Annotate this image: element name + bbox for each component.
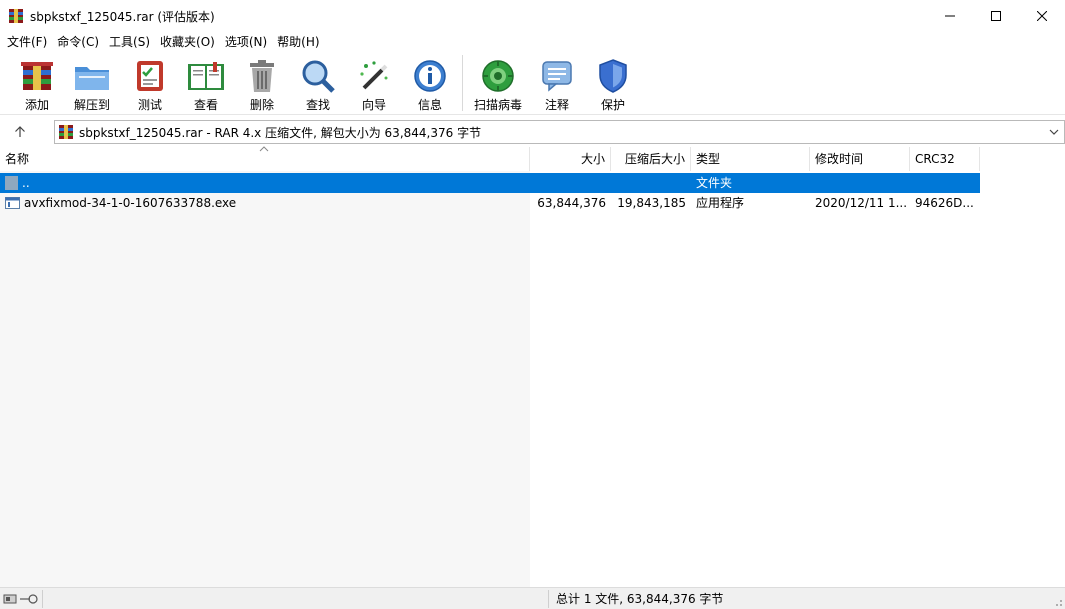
view-book-icon	[188, 61, 224, 90]
parent-folder-icon	[5, 176, 18, 190]
find-label: 查找	[305, 98, 330, 112]
close-icon	[1037, 11, 1047, 21]
address-bar[interactable]: sbpkstxf_125045.rar - RAR 4.x 压缩文件, 解包大小…	[54, 120, 1065, 144]
status-separator	[548, 590, 549, 608]
extract-to-label: 解压到	[73, 98, 110, 112]
close-button[interactable]	[1019, 0, 1065, 32]
drive-status-icon[interactable]	[2, 591, 40, 607]
wizard-label: 向导	[361, 98, 386, 112]
menu-file[interactable]: 文件(F)	[2, 32, 52, 52]
arrow-up-icon	[15, 126, 25, 137]
exe-file-icon	[5, 197, 20, 209]
row-type: 应用程序	[696, 196, 745, 210]
winrar-app-icon[interactable]	[8, 8, 24, 24]
test-button[interactable]: 测试	[122, 53, 178, 113]
magnifier-icon	[302, 60, 335, 93]
protect-label: 保护	[600, 98, 625, 112]
protect-button[interactable]: 保护	[585, 53, 641, 113]
column-crc32[interactable]: CRC32	[910, 147, 980, 171]
row-type: 文件夹	[696, 176, 733, 190]
view-button[interactable]: 查看	[178, 53, 234, 113]
test-checklist-icon	[137, 60, 163, 91]
extract-folder-icon	[75, 66, 109, 90]
address-row: sbpkstxf_125045.rar - RAR 4.x 压缩文件, 解包大小…	[0, 119, 1065, 145]
view-label: 查看	[193, 98, 218, 112]
row-modified: 2020/12/11 1...	[815, 196, 908, 210]
chevron-down-icon[interactable]	[1048, 125, 1060, 139]
menu-help[interactable]: 帮助(H)	[272, 32, 324, 52]
sort-ascending-icon	[259, 146, 269, 152]
add-button[interactable]: 添加	[12, 53, 62, 113]
row-name: avxfixmod-34-1-0-1607633788.exe	[24, 196, 237, 210]
row-size: 63,844,376	[537, 196, 606, 210]
column-modified[interactable]: 修改时间	[810, 147, 910, 171]
row-crc32	[910, 173, 980, 193]
window-controls	[927, 0, 1065, 32]
minimize-button[interactable]	[927, 0, 973, 32]
maximize-icon	[991, 11, 1001, 21]
find-button[interactable]: 查找	[290, 53, 346, 113]
row-crc32: 94626D...	[915, 196, 974, 210]
file-list[interactable]: 名称 大小 压缩后大小 类型 修改时间 CRC32 .. 文件夹 avxfixm…	[0, 146, 1065, 587]
status-separator	[42, 590, 43, 608]
add-label: 添加	[24, 98, 49, 112]
menu-bar: 文件(F) 命令(C) 工具(S) 收藏夹(O) 选项(N) 帮助(H)	[0, 32, 1065, 52]
info-label: 信息	[417, 98, 442, 112]
row-name: ..	[22, 176, 30, 190]
trash-icon	[250, 59, 274, 92]
maximize-button[interactable]	[973, 0, 1019, 32]
menu-favorites[interactable]: 收藏夹(O)	[155, 32, 220, 52]
table-row-parent-folder[interactable]: .. 文件夹	[0, 173, 980, 193]
rar-archive-icon	[59, 125, 73, 139]
comment-button[interactable]: 注释	[529, 53, 585, 113]
info-icon	[414, 59, 446, 92]
scan-virus-label: 扫描病毒	[473, 98, 522, 112]
extract-to-button[interactable]: 解压到	[62, 53, 122, 113]
title-bar: sbpkstxf_125045.rar (评估版本)	[0, 0, 1065, 32]
up-button[interactable]	[0, 119, 40, 145]
delete-label: 删除	[249, 98, 274, 112]
delete-button[interactable]: 删除	[234, 53, 290, 113]
status-bar: 总计 1 文件, 63,844,376 字节	[0, 587, 1065, 609]
menu-commands[interactable]: 命令(C)	[52, 32, 104, 52]
toolbar: 添加 解压到 测试 查看 删除 查找 向导 信息 扫描病毒 注释 保护	[0, 53, 1065, 115]
address-text: sbpkstxf_125045.rar - RAR 4.x 压缩文件, 解包大小…	[79, 125, 482, 140]
row-packed-size	[611, 173, 691, 193]
row-size	[530, 173, 611, 193]
virus-scan-icon	[482, 59, 514, 92]
add-archive-icon	[21, 61, 53, 90]
table-row-exe[interactable]: avxfixmod-34-1-0-1607633788.exe 63,844,3…	[0, 193, 980, 213]
column-packed-size[interactable]: 压缩后大小	[611, 147, 691, 171]
info-button[interactable]: 信息	[402, 53, 458, 113]
toolbar-separator	[462, 55, 463, 111]
row-packed-size: 19,843,185	[617, 196, 686, 210]
comment-label: 注释	[544, 98, 569, 112]
resize-grip-icon[interactable]	[1053, 597, 1063, 607]
column-type[interactable]: 类型	[691, 147, 810, 171]
wizard-button[interactable]: 向导	[346, 53, 402, 113]
menu-tools[interactable]: 工具(S)	[104, 32, 155, 52]
minimize-icon	[945, 15, 955, 17]
test-label: 测试	[137, 98, 162, 112]
status-summary: 总计 1 文件, 63,844,376 字节	[556, 592, 724, 606]
column-size[interactable]: 大小	[530, 147, 611, 171]
comment-icon	[542, 60, 572, 92]
magic-wand-icon	[360, 60, 388, 89]
menu-options[interactable]: 选项(N)	[220, 32, 272, 52]
list-name-column-bg	[0, 171, 530, 587]
shield-icon	[599, 58, 627, 93]
column-header: 名称 大小 压缩后大小 类型 修改时间 CRC32	[0, 146, 1065, 171]
window-title: sbpkstxf_125045.rar (评估版本)	[30, 9, 215, 24]
row-modified	[810, 173, 910, 193]
scan-virus-button[interactable]: 扫描病毒	[467, 53, 529, 113]
